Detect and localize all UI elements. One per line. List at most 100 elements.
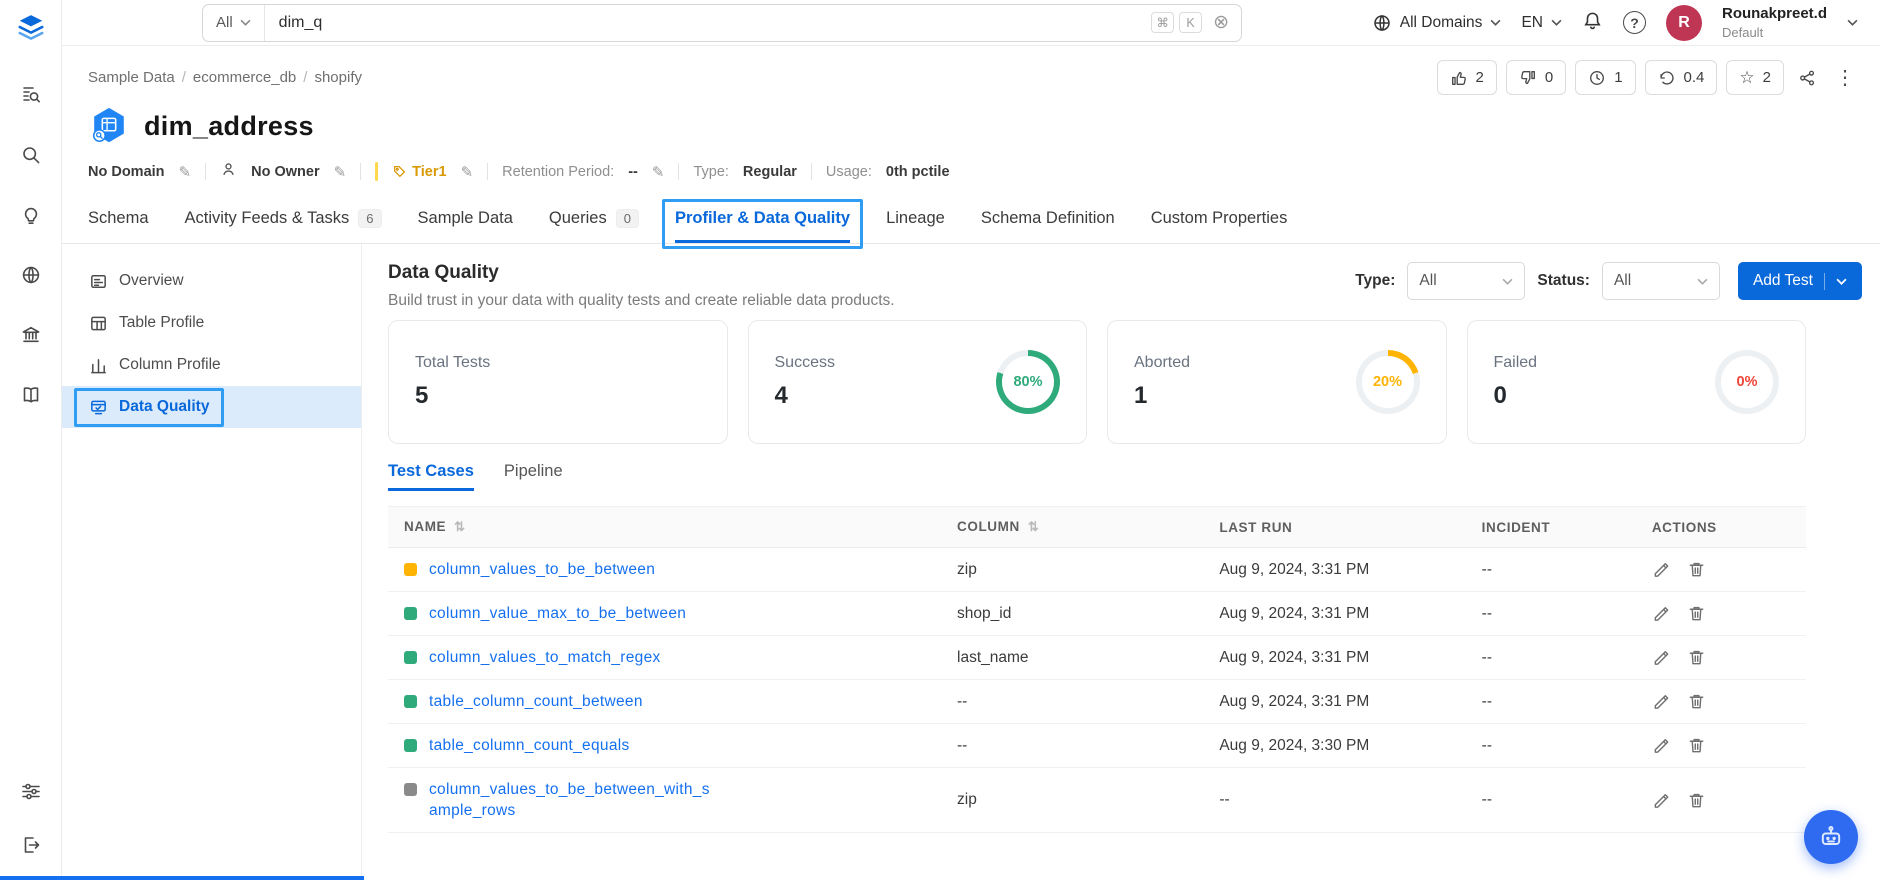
edit-test-button[interactable] [1652, 692, 1671, 711]
edit-tier-icon[interactable]: ✎ [461, 163, 474, 181]
trash-icon [1689, 793, 1704, 807]
owner-icon [220, 161, 237, 182]
help-icon[interactable]: ? [1622, 11, 1646, 34]
search-scope-dropdown[interactable]: All [203, 4, 265, 41]
delete-test-button[interactable] [1687, 791, 1706, 810]
downvote-button[interactable]: 0 [1505, 60, 1567, 95]
edit-test-button[interactable] [1652, 791, 1671, 810]
upvote-button[interactable]: 2 [1436, 60, 1497, 95]
insights-icon[interactable] [20, 204, 42, 226]
chatbot-button[interactable] [1804, 810, 1858, 864]
domain-value[interactable]: No Domain [88, 164, 165, 180]
tier-value[interactable]: Tier1 [392, 164, 447, 180]
settings-icon[interactable] [20, 780, 42, 802]
card-label: Total Tests [415, 354, 491, 371]
failed-card: Failed 0 0% [1466, 320, 1806, 444]
notifications-bell-icon[interactable] [1582, 10, 1603, 36]
edit-test-button[interactable] [1652, 604, 1671, 623]
edit-retention-icon[interactable]: ✎ [652, 163, 665, 181]
openmetadata-logo-icon[interactable] [14, 10, 48, 44]
watch-button[interactable]: 1 [1575, 60, 1636, 95]
delete-test-button[interactable] [1687, 648, 1706, 667]
entity-header: Sample Data / ecommerce_db / shopify 2 0 [62, 46, 1880, 194]
pencil-icon [1654, 739, 1669, 753]
breadcrumb-item-service[interactable]: Sample Data [88, 69, 175, 86]
test-name-link[interactable]: table_column_count_equals [429, 735, 630, 756]
col-header-column[interactable]: COLUMN ⇅ [941, 506, 1204, 548]
divider [678, 163, 680, 180]
test-name-link[interactable]: table_column_count_between [429, 691, 643, 712]
type-filter-select[interactable]: All [1407, 262, 1526, 300]
global-search-input[interactable] [264, 13, 1152, 32]
tab-sample-data[interactable]: Sample Data [418, 194, 513, 243]
edit-test-button[interactable] [1652, 560, 1671, 579]
share-button[interactable] [1793, 60, 1821, 95]
domains-dropdown[interactable]: All Domains [1372, 13, 1502, 33]
delete-test-button[interactable] [1687, 604, 1706, 623]
col-header-name[interactable]: NAME ⇅ [388, 506, 942, 548]
tab-queries[interactable]: Queries 0 [549, 194, 639, 243]
col-header-label: LAST RUN [1219, 519, 1293, 535]
owner-value[interactable]: No Owner [251, 164, 319, 180]
chevron-down-icon [1502, 278, 1513, 285]
explore-icon[interactable] [20, 84, 42, 106]
user-menu-chevron-icon[interactable] [1847, 19, 1858, 26]
test-cases-table: NAME ⇅ COLUMN ⇅ LAST RUN INCIDENT ACTIONS … [388, 506, 1806, 833]
subnav-label: Data Quality [119, 398, 210, 415]
tab-activity-feeds[interactable]: Activity Feeds & Tasks 6 [185, 194, 382, 243]
test-incident-cell: -- [1465, 679, 1636, 724]
tab-schema[interactable]: Schema [88, 194, 149, 243]
failed-donut: 0% [1715, 350, 1779, 414]
user-menu[interactable]: Rounakpreet.d Default [1722, 5, 1827, 41]
test-name-link[interactable]: column_values_to_match_regex [429, 647, 661, 668]
version-number: 0.4 [1683, 69, 1705, 86]
pencil-icon [1654, 695, 1669, 709]
delete-test-button[interactable] [1687, 736, 1706, 755]
glossary-icon[interactable] [20, 384, 42, 406]
user-avatar[interactable]: R [1665, 4, 1702, 41]
tab-pipeline[interactable]: Pipeline [504, 462, 563, 491]
tab-test-cases[interactable]: Test Cases [388, 462, 474, 491]
breadcrumb-item-database[interactable]: ecommerce_db [193, 69, 296, 86]
follow-button[interactable]: ☆ 2 [1726, 60, 1784, 95]
card-label: Failed [1493, 354, 1538, 371]
test-name-link[interactable]: column_value_max_to_be_between [429, 603, 686, 624]
edit-domain-icon[interactable]: ✎ [179, 163, 192, 181]
search-icon[interactable] [20, 144, 42, 166]
data-quality-icon [91, 400, 106, 414]
delete-test-button[interactable] [1687, 560, 1706, 579]
cmd-key-icon: ⌘ [1151, 12, 1175, 33]
tab-custom-properties[interactable]: Custom Properties [1151, 194, 1288, 243]
domains-icon[interactable] [20, 264, 42, 286]
tab-label: Schema Definition [980, 209, 1115, 227]
tab-lineage[interactable]: Lineage [886, 194, 945, 243]
test-name-link[interactable]: column_values_to_be_between_with_sample_… [429, 779, 714, 821]
subnav-item-data-quality[interactable]: Data Quality [62, 386, 361, 428]
subnav-item-overview[interactable]: Overview [62, 260, 361, 302]
more-menu-button[interactable]: ⋮ [1830, 60, 1860, 95]
edit-test-button[interactable] [1652, 648, 1671, 667]
version-button[interactable]: 0.4 [1644, 60, 1718, 95]
status-filter-select[interactable]: All [1601, 262, 1720, 300]
divider [487, 163, 489, 180]
global-search-bar[interactable]: All ⌘ K ⊗ [202, 3, 1242, 42]
edit-owner-icon[interactable]: ✎ [334, 163, 347, 181]
logout-icon[interactable] [20, 834, 42, 856]
test-case-row: column_value_max_to_be_between shop_id A… [388, 591, 1806, 636]
delete-test-button[interactable] [1687, 692, 1706, 711]
test-incident-cell: -- [1465, 635, 1636, 680]
breadcrumb-separator: / [181, 69, 186, 86]
breadcrumb-item-schema[interactable]: shopify [314, 69, 362, 86]
search-clear-icon[interactable]: ⊗ [1213, 13, 1229, 32]
tab-schema-definition[interactable]: Schema Definition [981, 194, 1115, 243]
sort-icon[interactable]: ⇅ [1028, 519, 1040, 534]
govern-icon[interactable] [20, 324, 42, 346]
add-test-button[interactable]: Add Test [1737, 262, 1862, 300]
subnav-item-table-profile[interactable]: Table Profile [62, 302, 361, 344]
edit-test-button[interactable] [1652, 736, 1671, 755]
subnav-item-column-profile[interactable]: Column Profile [62, 344, 361, 386]
tab-profiler-data-quality[interactable]: Profiler & Data Quality [661, 194, 864, 249]
test-name-link[interactable]: column_values_to_be_between [429, 559, 655, 580]
sort-icon[interactable]: ⇅ [454, 519, 466, 534]
language-dropdown[interactable]: EN [1521, 14, 1562, 32]
